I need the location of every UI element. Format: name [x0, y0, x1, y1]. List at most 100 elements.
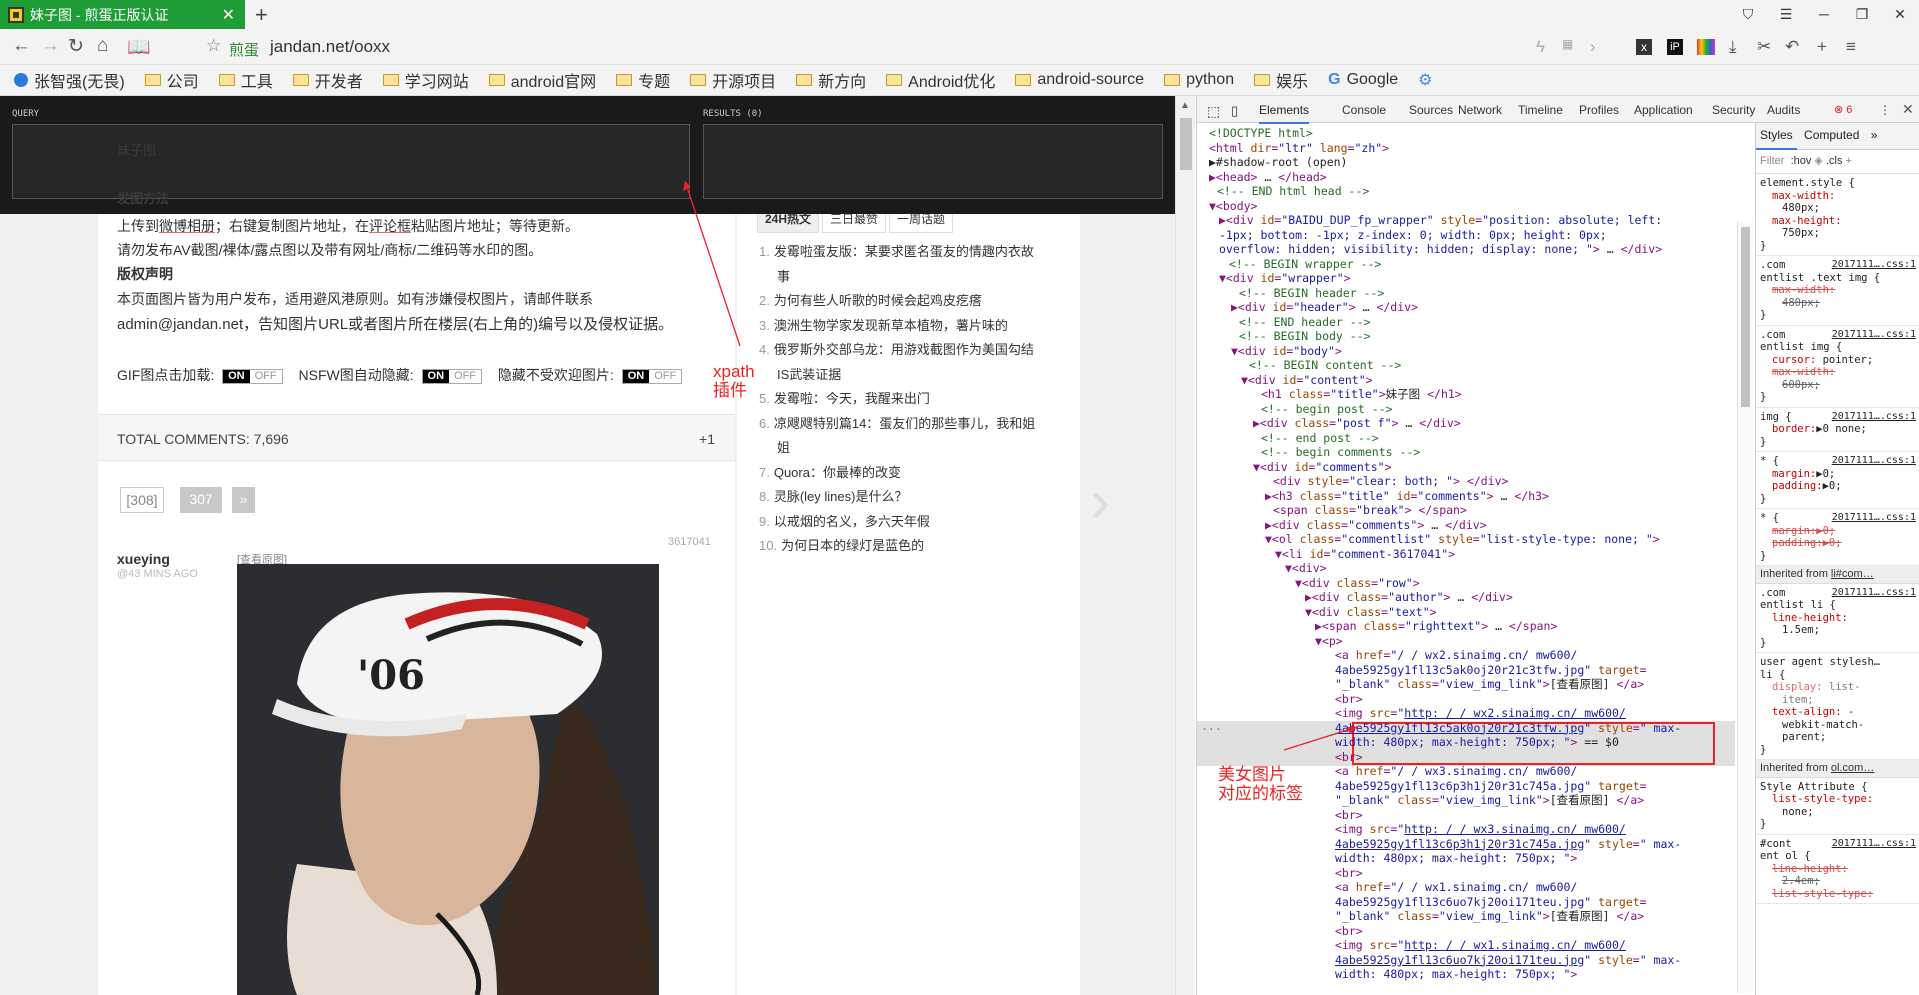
- dom-node-line[interactable]: ▼<div id="content">: [1241, 373, 1373, 388]
- dom-node-line[interactable]: ▼<div id="comments">: [1253, 460, 1392, 475]
- dom-node-line[interactable]: <!-- end post -->: [1261, 431, 1379, 446]
- dom-node-line[interactable]: <!-- begin comments -->: [1261, 445, 1420, 460]
- dom-node-line[interactable]: ▶<div class="comments"> … </div>: [1265, 518, 1487, 533]
- dom-node-line[interactable]: 4abe5925gy1fl13c5ak0oj20r21c3tfw.jpg" st…: [1335, 721, 1681, 736]
- dom-node-line[interactable]: <!-- BEGIN wrapper -->: [1229, 257, 1381, 272]
- dom-node-line[interactable]: <img src="http: / / wx3.sinaimg.cn/ mw60…: [1335, 822, 1626, 837]
- address-input[interactable]: jandan.net/ooxx: [270, 37, 390, 57]
- weibo-album-link[interactable]: 微博相册: [159, 218, 215, 234]
- dom-node-line[interactable]: 4abe5925gy1fl13c6uo7kj20oi171teu.jpg" st…: [1335, 953, 1681, 968]
- undo-icon[interactable]: ↶: [1785, 37, 1799, 57]
- back-icon[interactable]: ←: [12, 35, 31, 57]
- qr-icon[interactable]: ▦: [1562, 37, 1573, 51]
- next-page-button[interactable]: »: [232, 487, 255, 513]
- dom-node-line[interactable]: ▼<body>: [1209, 199, 1257, 214]
- flash-icon[interactable]: ϟ: [1536, 37, 1545, 57]
- bookmark-item[interactable]: 娱乐: [1254, 68, 1308, 92]
- scroll-up-icon[interactable]: ▲: [1180, 100, 1190, 111]
- dom-node-line[interactable]: <br>: [1335, 866, 1363, 881]
- scissors-icon[interactable]: ✂: [1757, 37, 1771, 57]
- dom-node-line[interactable]: ▶<head> … </head>: [1209, 170, 1327, 185]
- device-icon[interactable]: ▯: [1231, 103, 1238, 119]
- hot-list-item[interactable]: 5. 发霉啦：今天，我醒来出门: [759, 387, 930, 411]
- comment-box-link[interactable]: 评论框: [369, 218, 411, 234]
- hot-list-item[interactable]: 10. 为何日本的绿灯是蓝色的: [759, 534, 924, 558]
- tab-timeline[interactable]: Timeline: [1518, 103, 1563, 117]
- dom-node-line[interactable]: ▼<p>: [1315, 634, 1343, 649]
- dom-node-line[interactable]: <html dir="ltr" lang="zh">: [1209, 141, 1389, 156]
- styles-filter[interactable]: Filter :hov ◈ .cls +: [1756, 150, 1919, 174]
- minimize-icon[interactable]: ─: [1805, 0, 1843, 29]
- dom-node-line[interactable]: ▼<ol class="commentlist" style="list-sty…: [1265, 532, 1660, 547]
- more-icon[interactable]: ⋮: [1879, 103, 1891, 117]
- bookmark-item[interactable]: G Google: [1328, 71, 1398, 89]
- plus-one-button[interactable]: +1: [699, 431, 715, 447]
- devtools-close-icon[interactable]: ✕: [1902, 101, 1914, 118]
- tab-sources[interactable]: Sources: [1409, 103, 1453, 117]
- tab-security[interactable]: Security: [1712, 103, 1755, 117]
- shirt-icon[interactable]: ⛉: [1729, 0, 1767, 29]
- dom-node-line[interactable]: <a href="/ / wx2.sinaimg.cn/ mw600/: [1335, 648, 1577, 663]
- tab-profiles[interactable]: Profiles: [1579, 103, 1619, 117]
- dom-node-line[interactable]: ▶<div id="BAIDU_DUP_fp_wrapper" style="p…: [1219, 213, 1662, 228]
- hamburger-menu-icon[interactable]: ≡: [1846, 37, 1856, 57]
- dom-node-line[interactable]: ▶<h3 class="title" id="comments"> … </h3…: [1265, 489, 1549, 504]
- dom-node-line[interactable]: <!-- BEGIN content -->: [1249, 358, 1401, 373]
- bookmark-item[interactable]: 公司: [144, 68, 199, 92]
- bookmark-item[interactable]: 学习网站: [382, 68, 469, 92]
- color-picker-icon[interactable]: [1697, 39, 1715, 55]
- extension-ip-icon[interactable]: iP: [1667, 39, 1683, 55]
- tab-styles[interactable]: Styles: [1756, 123, 1797, 150]
- reader-icon[interactable]: 📖: [127, 35, 151, 59]
- hot-list-item[interactable]: 1. 发霉啦蛋友版：某要求匿名蛋友的情趣内衣故: [759, 240, 1034, 264]
- hot-list-item[interactable]: 姐: [759, 436, 790, 460]
- new-tab-button[interactable]: +: [255, 2, 268, 28]
- hot-list-item[interactable]: 7. Quora：你最棒的改变: [759, 461, 901, 485]
- dom-node-line[interactable]: <br>: [1335, 808, 1363, 823]
- dom-node-line[interactable]: <!-- begin post -->: [1261, 402, 1393, 417]
- comment-photo[interactable]: '06: [237, 564, 659, 995]
- dom-node-line[interactable]: <a href="/ / wx1.sinaimg.cn/ mw600/: [1335, 880, 1577, 895]
- dom-node-line[interactable]: <!-- BEGIN header -->: [1239, 286, 1384, 301]
- dom-node-line[interactable]: "_blank" class="view_img_link">[查看原图] </…: [1335, 909, 1644, 924]
- tab-network[interactable]: Network: [1458, 103, 1502, 117]
- gif-toggle[interactable]: ON OFF: [222, 368, 283, 384]
- tab-close-icon[interactable]: ✕: [222, 5, 235, 25]
- bookmark-item[interactable]: 专题: [616, 68, 670, 92]
- dom-node-line[interactable]: overflow: hidden; visibility: hidden; di…: [1219, 242, 1662, 257]
- dom-node-line[interactable]: <div style="clear: both; "> </div>: [1273, 474, 1508, 489]
- home-icon[interactable]: ⌂: [97, 35, 108, 57]
- extension-gear-icon[interactable]: ⚙: [1418, 70, 1432, 90]
- selected-node-ellipsis[interactable]: ...: [1201, 719, 1222, 734]
- dom-node-line[interactable]: <a href="/ / wx3.sinaimg.cn/ mw600/: [1335, 764, 1577, 779]
- bookmark-star-icon[interactable]: ☆: [206, 36, 221, 56]
- dom-node-line[interactable]: "_blank" class="view_img_link">[查看原图] </…: [1335, 677, 1644, 692]
- dom-node-line[interactable]: "_blank" class="view_img_link">[查看原图] </…: [1335, 793, 1644, 808]
- dom-node-line[interactable]: <!-- END header -->: [1239, 315, 1371, 330]
- dom-node-line[interactable]: <!DOCTYPE html>: [1209, 126, 1313, 141]
- dom-node-line[interactable]: ▼<div id="wrapper">: [1219, 271, 1351, 286]
- query-input[interactable]: [12, 124, 690, 199]
- plus-icon[interactable]: +: [1817, 37, 1827, 57]
- dom-node-line[interactable]: ▼<li id="comment-3617041">: [1275, 547, 1455, 562]
- dom-node-line[interactable]: <img src="http: / / wx1.sinaimg.cn/ mw60…: [1335, 938, 1626, 953]
- dom-node-line[interactable]: -1px; bottom: -1px; z-index: 0; width: 0…: [1219, 228, 1607, 243]
- dom-node-line[interactable]: 4abe5925gy1fl13c6uo7kj20oi171teu.jpg" ta…: [1335, 895, 1647, 910]
- active-tab[interactable]: 妹子图 - 煎蛋正版认证 ✕: [0, 0, 245, 29]
- bookmark-item[interactable]: python: [1164, 71, 1234, 89]
- dom-node-line[interactable]: <br>: [1335, 692, 1363, 707]
- inspect-icon[interactable]: ⬚: [1207, 103, 1220, 120]
- hot-list-item[interactable]: 3. 澳洲生物学家发现新草本植物，薯片味的: [759, 314, 1008, 338]
- dom-node-line[interactable]: <span class="break"> </span>: [1273, 503, 1467, 518]
- chevron-right-icon[interactable]: ›: [1590, 37, 1596, 57]
- dom-node-line[interactable]: width: 480px; max-height: 750px; ">: [1335, 851, 1577, 866]
- dom-node-line[interactable]: ▼<div id="body">: [1231, 344, 1342, 359]
- download-icon[interactable]: ⤓: [1729, 37, 1737, 57]
- restore-icon[interactable]: ❐: [1843, 0, 1881, 29]
- dom-node-line[interactable]: ▶<span class="righttext"> … </span>: [1315, 619, 1557, 634]
- dom-node-line[interactable]: ▼<div>: [1285, 561, 1327, 576]
- bookmark-item[interactable]: 工具: [218, 68, 273, 92]
- bookmark-item[interactable]: android-source: [1015, 71, 1144, 89]
- error-count-badge[interactable]: ⊗ 6: [1834, 103, 1852, 116]
- more-panes-icon[interactable]: »: [1867, 123, 1882, 148]
